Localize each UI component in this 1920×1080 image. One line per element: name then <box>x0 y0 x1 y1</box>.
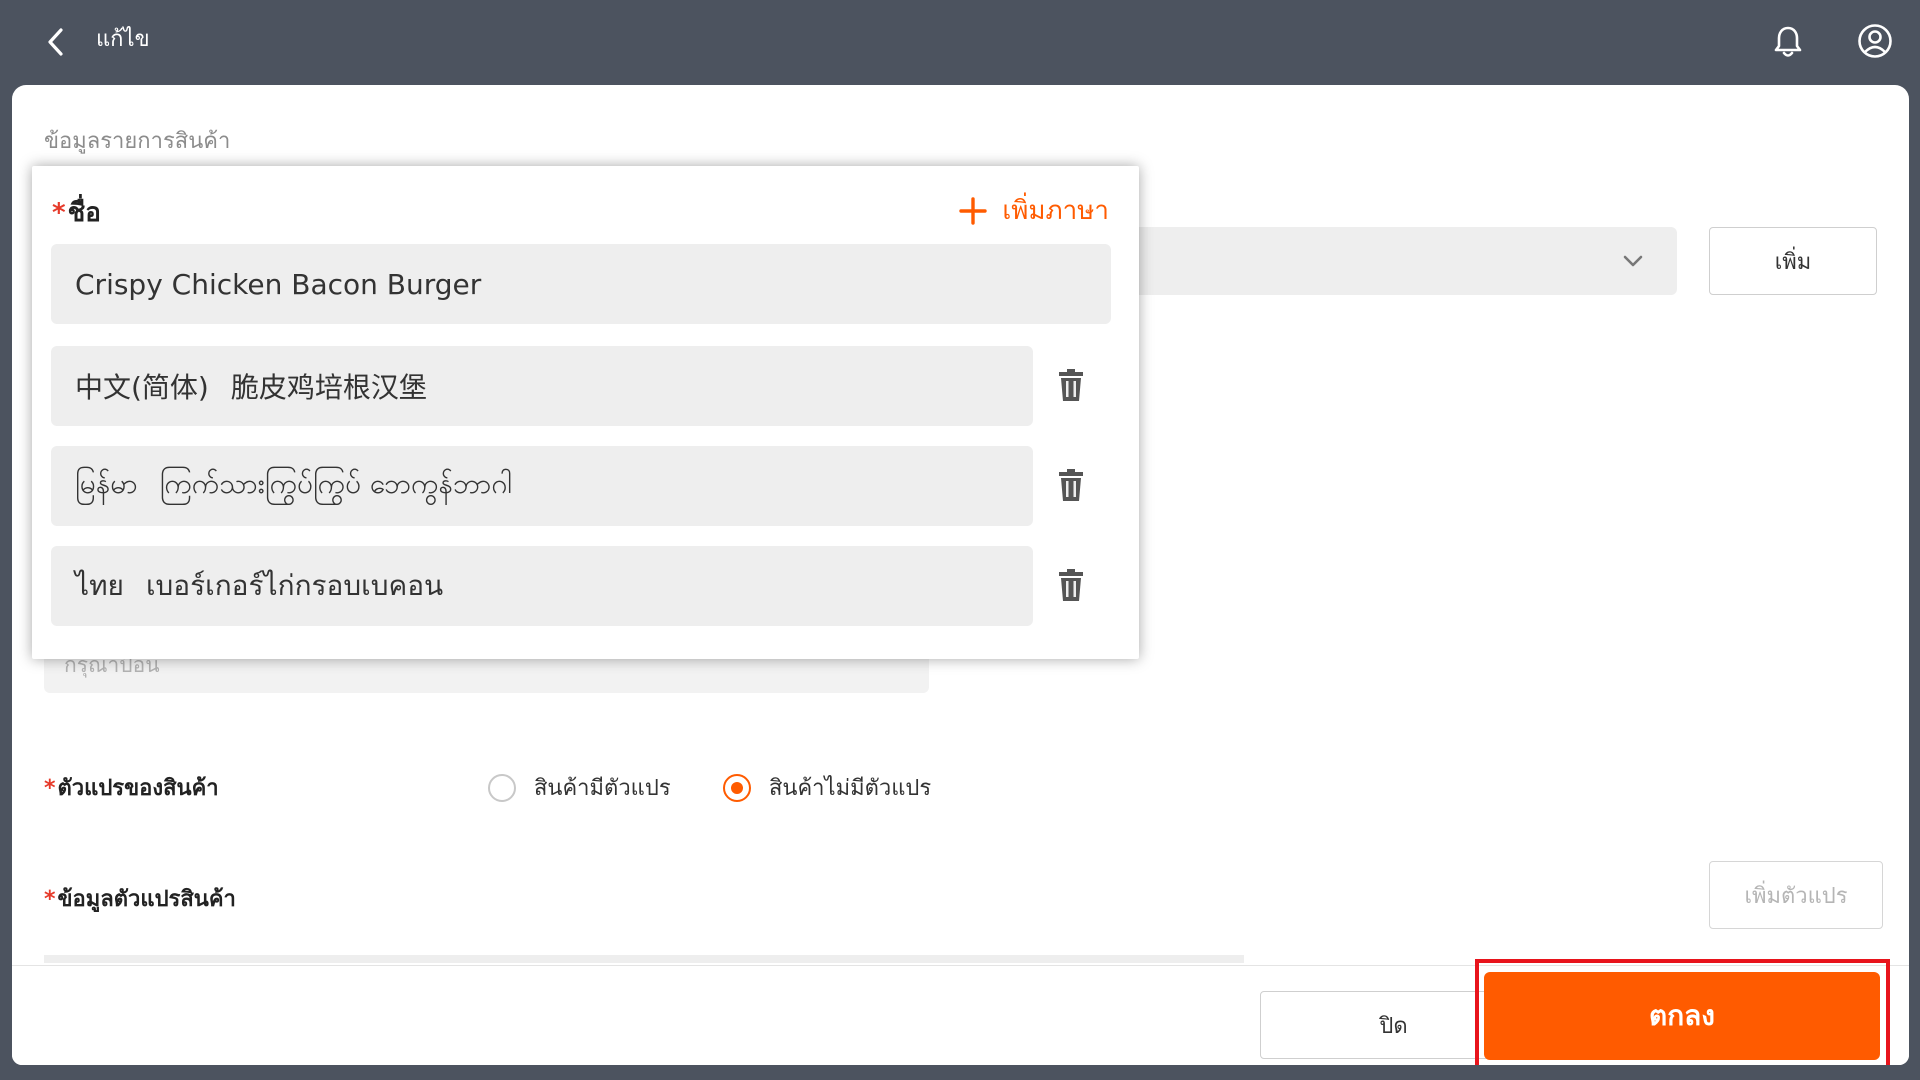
radio-no-variants[interactable]: สินค้าไม่มีตัวแปร <box>723 770 931 805</box>
translation-value: เบอร์เกอร์ไก่กรอบเบคอน <box>145 569 444 602</box>
delete-translation-button[interactable] <box>1054 466 1088 504</box>
notification-button[interactable] <box>1766 20 1810 64</box>
user-circle-icon <box>1858 24 1892 58</box>
popup-title: *ชื่อ <box>52 192 101 233</box>
back-button[interactable] <box>36 22 76 62</box>
page-title: แก้ไข <box>96 27 150 52</box>
required-mark: * <box>44 887 56 912</box>
language-label: ไทย <box>75 569 124 602</box>
add-button[interactable]: เพิ่ม <box>1709 227 1877 295</box>
popup-title-text: ชื่อ <box>67 198 101 228</box>
language-label: မြန်မာ <box>75 467 138 500</box>
radio-circle-selected[interactable] <box>723 773 751 802</box>
bell-icon <box>1774 26 1802 57</box>
plus-icon <box>959 196 988 225</box>
translation-input-zh[interactable]: 中文(简体) 脆皮鸡培根汉堡 <box>51 346 1033 426</box>
radio-has-variants[interactable]: สินค้ามีตัวแปร <box>488 770 671 805</box>
variant-label: *ตัวแปรของสินค้า <box>44 770 219 805</box>
radio-circle[interactable] <box>488 773 516 802</box>
trash-icon <box>1059 469 1083 501</box>
top-bar: แก้ไข <box>0 0 1920 85</box>
translation-value: ကြက်သားကြွပ်ကြွပ် ဘေကွန်ဘာဂါ <box>159 467 513 500</box>
language-label: 中文(简体) <box>75 371 209 404</box>
name-translation-popup: *ชื่อ เพิ่มภาษา Crispy Chicken Bacon Bur… <box>32 166 1139 659</box>
footer-bar: ปิด ตกลง <box>12 959 1909 1065</box>
add-variant-button[interactable]: เพิ่มตัวแปร <box>1709 861 1883 929</box>
variant-label-text: ตัวแปรของสินค้า <box>57 776 219 801</box>
translation-input-th[interactable]: ไทย เบอร์เกอร์ไก่กรอบเบคอน <box>51 546 1033 626</box>
table-header-strip <box>44 955 1244 963</box>
translation-value: 脆皮鸡培根汉堡 <box>230 371 427 404</box>
name-input[interactable]: Crispy Chicken Bacon Burger <box>51 244 1111 324</box>
delete-translation-button[interactable] <box>1054 566 1088 604</box>
required-mark: * <box>52 198 66 228</box>
required-mark: * <box>44 776 56 801</box>
add-language-button[interactable]: เพิ่มภาษา <box>958 190 1109 231</box>
user-account-button[interactable] <box>1852 18 1898 64</box>
trash-icon <box>1059 569 1083 601</box>
translation-input-my[interactable]: မြန်မာ ကြက်သားကြွပ်ကြွပ် ဘေကွန်ဘာဂါ <box>51 446 1033 526</box>
add-language-label: เพิ่มภาษา <box>1002 196 1109 226</box>
radio-label: สินค้าไม่มีตัวแปร <box>769 776 932 801</box>
confirm-button[interactable]: ตกลง <box>1484 972 1880 1060</box>
chevron-down-icon <box>1623 255 1643 267</box>
section-title: ข้อมูลรายการสินค้า <box>44 129 231 154</box>
radio-label: สินค้ามีตัวแปร <box>534 776 671 801</box>
variant-info-label-text: ข้อมูลตัวแปรสินค้า <box>57 887 236 912</box>
variant-info-label: *ข้อมูลตัวแปรสินค้า <box>44 881 236 916</box>
delete-translation-button[interactable] <box>1054 366 1088 404</box>
chevron-left-icon <box>48 28 63 56</box>
trash-icon <box>1059 369 1083 401</box>
